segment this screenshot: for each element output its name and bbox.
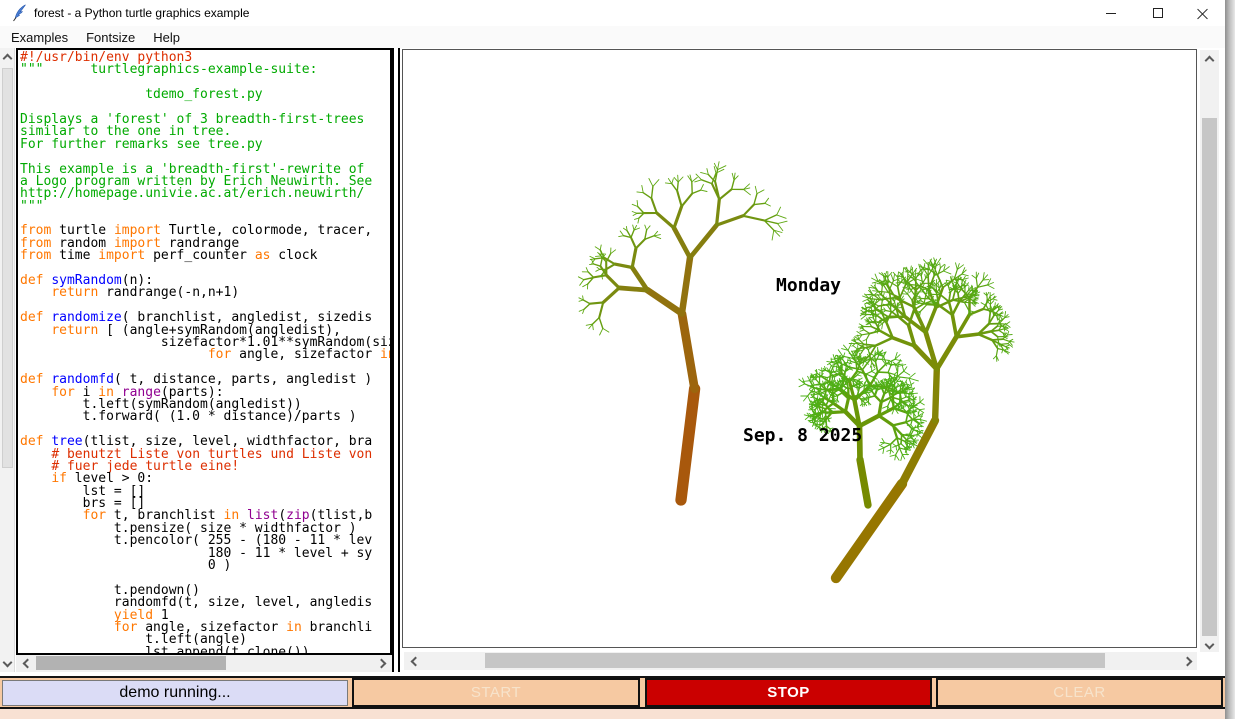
tree-branches-level-7 — [935, 369, 937, 420]
menu-bar: ExamplesFontsizeHelp — [0, 26, 1225, 48]
scrollbar-thumb[interactable] — [1202, 118, 1217, 636]
code-horizontal-scrollbar[interactable] — [16, 655, 392, 672]
start-button[interactable]: START — [352, 678, 640, 707]
canvas-vertical-scrollbar[interactable] — [1200, 50, 1219, 652]
menu-item-help[interactable]: Help — [144, 27, 189, 48]
menu-item-fontsize[interactable]: Fontsize — [77, 27, 144, 48]
scrollbar-thumb[interactable] — [36, 656, 226, 670]
canvas-label-date: Sep. 8 2025 — [743, 425, 862, 446]
scroll-left-arrow[interactable] — [20, 655, 34, 672]
scroll-up-arrow[interactable] — [0, 52, 15, 64]
code-editor[interactable]: #!/usr/bin/env python3""" turtlegraphics… — [16, 48, 392, 655]
forest-drawing — [403, 50, 1196, 647]
scroll-left-arrow[interactable] — [408, 652, 422, 670]
code-line: """ — [20, 201, 390, 213]
code-line: for angle, sizefactor in — [20, 349, 390, 361]
tree-branches-level-6 — [647, 258, 690, 314]
chevron-up-icon — [3, 53, 13, 63]
maximize-button[interactable] — [1135, 0, 1180, 26]
close-icon — [1197, 8, 1208, 19]
code-line: """ turtlegraphics-example-suite: — [20, 64, 390, 76]
tree-branches-level-6 — [915, 333, 957, 370]
chevron-down-icon — [3, 657, 13, 667]
code-line: 0 ) — [20, 560, 390, 572]
code-vertical-scrollbar[interactable] — [0, 48, 15, 672]
scroll-right-arrow[interactable] — [1180, 652, 1194, 670]
code-line: from time import perf_counter as clock — [20, 250, 390, 262]
tree-branches-level-8 — [860, 460, 868, 505]
chevron-right-icon — [376, 659, 386, 669]
canvas-label-weekday: Monday — [776, 275, 841, 296]
code-line: tdemo_forest.py — [20, 89, 390, 101]
clear-button[interactable]: CLEAR — [936, 678, 1223, 707]
menu-item-examples[interactable]: Examples — [2, 27, 77, 48]
scroll-up-arrow[interactable] — [1200, 54, 1219, 66]
application-window: forest - a Python turtle graphics exampl… — [0, 0, 1235, 719]
window-title: forest - a Python turtle graphics exampl… — [34, 6, 249, 20]
scrollbar-thumb[interactable] — [2, 68, 13, 468]
feather-icon[interactable] — [12, 4, 28, 22]
chevron-left-icon — [22, 659, 32, 669]
tree-branches-level-5 — [893, 307, 979, 346]
minimize-button[interactable] — [1088, 0, 1133, 26]
canvas-horizontal-scrollbar[interactable] — [404, 652, 1197, 670]
scrollbar-thumb[interactable] — [485, 653, 1105, 668]
code-line: t.forward( (1.0 * distance)/parts ) — [20, 411, 390, 423]
close-button[interactable] — [1180, 0, 1225, 26]
chevron-down-icon — [1205, 639, 1215, 649]
code-line: For further remarks see tree.py — [20, 139, 390, 151]
chevron-up-icon — [1205, 55, 1215, 65]
pane-divider[interactable] — [392, 48, 394, 672]
code-line: http://homepage.univie.ac.at/erich.neuwi… — [20, 188, 390, 200]
code-line: lst.append(t.clone()) — [20, 647, 390, 655]
window-frame-bottom — [0, 707, 1225, 719]
scroll-down-arrow[interactable] — [1200, 638, 1219, 650]
scroll-down-arrow[interactable] — [0, 656, 15, 668]
minimize-icon — [1106, 13, 1116, 14]
maximize-icon — [1153, 8, 1163, 18]
code-line: return randrange(-n,n+1) — [20, 287, 390, 299]
turtle-canvas: Monday Sep. 8 2025 — [402, 49, 1197, 648]
scroll-right-arrow[interactable] — [374, 655, 388, 672]
stop-button[interactable]: STOP — [645, 678, 932, 707]
chevron-left-icon — [410, 656, 420, 666]
chevron-right-icon — [1182, 656, 1192, 666]
title-bar: forest - a Python turtle graphics exampl… — [0, 0, 1225, 26]
window-frame-right — [1225, 0, 1235, 719]
pane-divider[interactable] — [398, 48, 400, 672]
tree-branches-level-7 — [682, 314, 695, 389]
control-bar: demo running... START STOP CLEAR — [0, 676, 1225, 707]
status-label: demo running... — [2, 680, 348, 706]
tree-branches-level-3 — [590, 182, 764, 318]
tree-branches-level-8 — [681, 389, 695, 500]
